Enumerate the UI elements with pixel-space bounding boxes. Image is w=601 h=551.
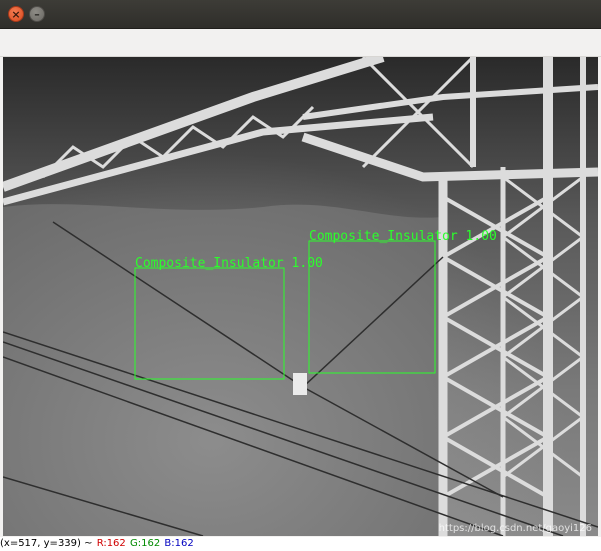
blue-value: B:162 bbox=[164, 538, 194, 549]
green-value: G:162 bbox=[129, 538, 161, 549]
detection-label: Composite_Insulator 1.00 bbox=[309, 229, 497, 244]
minimize-button[interactable]: – bbox=[29, 6, 45, 22]
red-value: R:162 bbox=[96, 538, 126, 549]
watermark: https://blog.csdn.net/gaoyi126 bbox=[438, 523, 592, 534]
thermal-image: Composite_Insulator 1.00 Composite_Insul… bbox=[3, 57, 598, 536]
close-button[interactable]: × bbox=[8, 6, 24, 22]
close-icon: × bbox=[11, 7, 21, 21]
insulator-clamp bbox=[293, 373, 307, 395]
toolbar bbox=[0, 29, 601, 57]
cursor-coordinates: (x=517, y=339) ~ bbox=[0, 538, 93, 549]
image-viewer-window: × – Composite_Insulator 1.00 Composite_I… bbox=[0, 0, 601, 551]
title-bar: × – bbox=[0, 0, 601, 29]
image-viewport[interactable]: Composite_Insulator 1.00 Composite_Insul… bbox=[3, 57, 598, 536]
minimize-icon: – bbox=[34, 7, 40, 21]
detection-label: Composite_Insulator 1.00 bbox=[135, 256, 323, 271]
status-bar: (x=517, y=339) ~ R:162 G:162 B:162 bbox=[0, 537, 601, 551]
